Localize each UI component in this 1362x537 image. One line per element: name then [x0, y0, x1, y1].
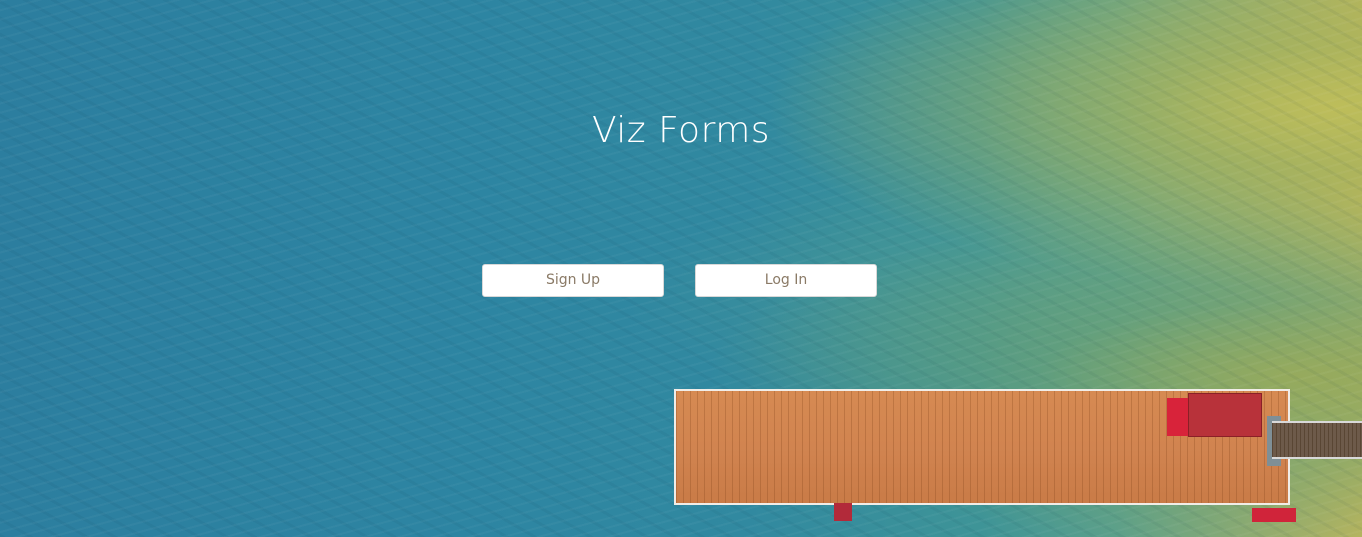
- dock-post: [834, 503, 852, 521]
- dock-post: [1252, 508, 1296, 522]
- signup-button[interactable]: Sign Up: [482, 264, 664, 297]
- dock-shed: [1188, 393, 1262, 437]
- hero-background: [0, 0, 1362, 537]
- dock-walkway: [1272, 421, 1362, 459]
- page-title: Viz Forms: [591, 110, 771, 151]
- dock-shed-side: [1167, 398, 1188, 436]
- login-button[interactable]: Log In: [695, 264, 877, 297]
